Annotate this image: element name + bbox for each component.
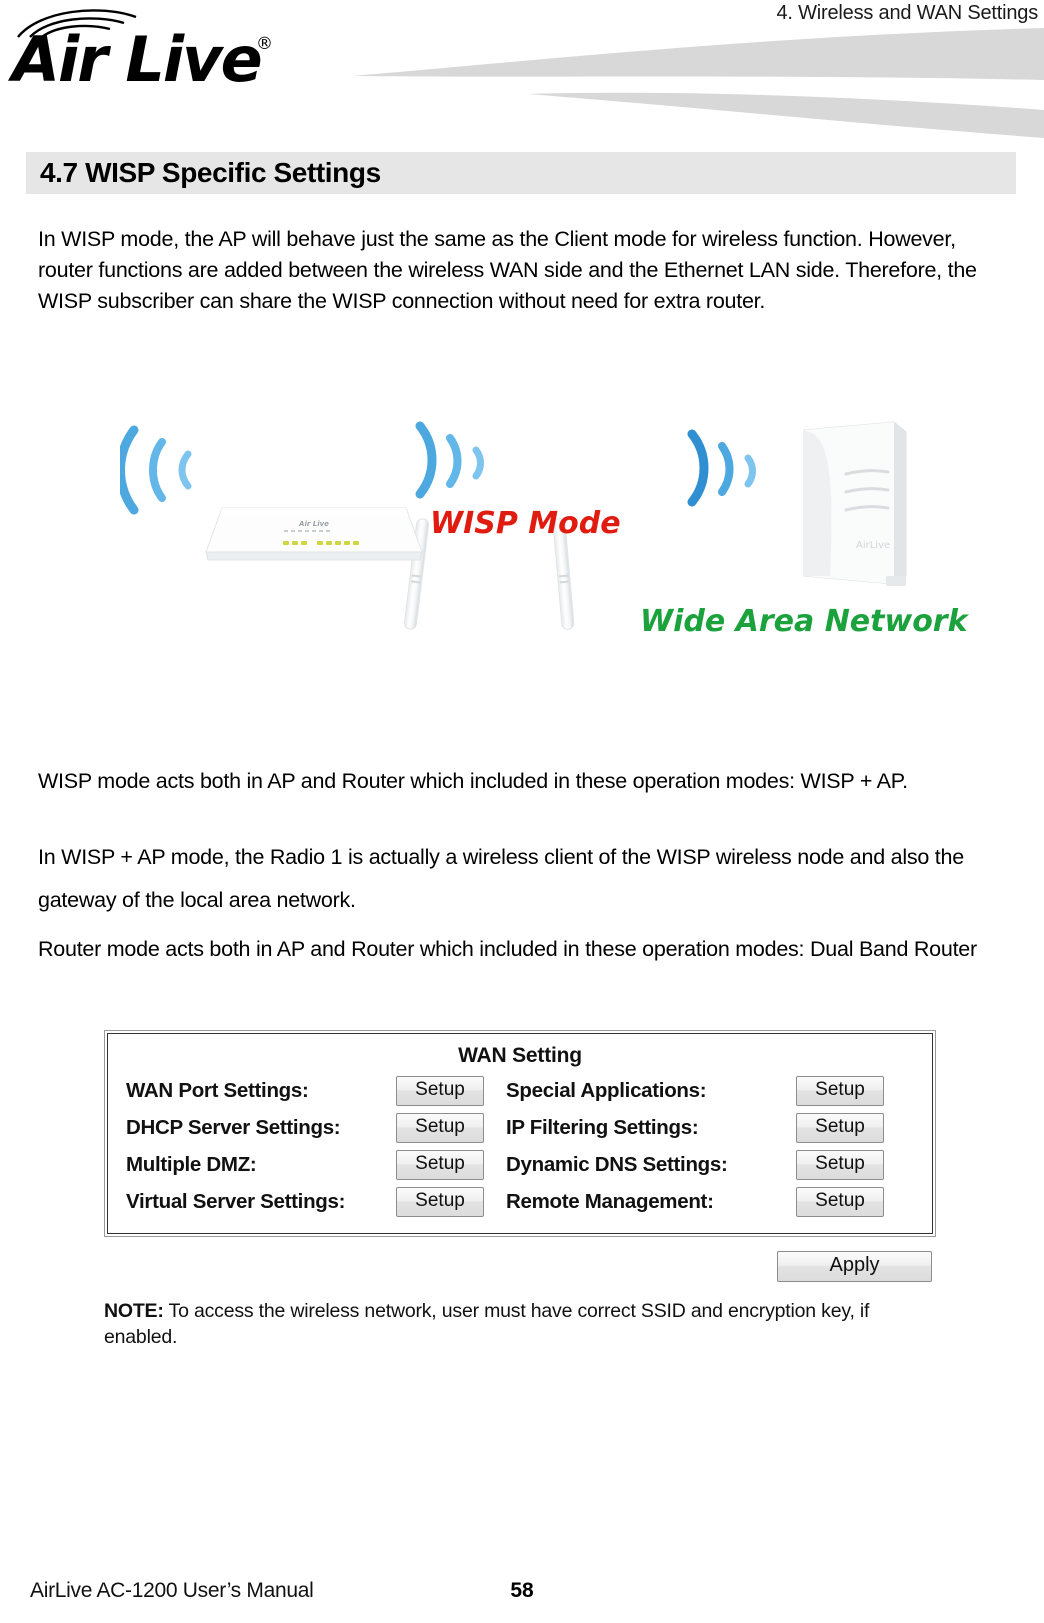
header-swoosh-graphic (352, 28, 1044, 138)
note-text: NOTE: To access the wireless network, us… (104, 1298, 934, 1350)
setup-button-dynamic-dns-settings[interactable]: Setup (796, 1150, 884, 1180)
label-special-applications: Special Applications: (506, 1079, 707, 1102)
section-heading-bar: 4.7 WISP Specific Settings (26, 152, 1016, 194)
paragraph-wisp-ap-radio: In WISP + AP mode, the Radio 1 is actual… (38, 845, 964, 912)
note-body: To access the wireless network, user mus… (104, 1300, 870, 1348)
page-title: 4.7 WISP Specific Settings (40, 157, 381, 188)
outdoor-access-point-image: AirLive (803, 421, 907, 586)
page-footer: AirLive AC-1200 User’s Manual 58 (0, 1579, 1044, 1613)
wisp-mode-diagram: Air Live WISP Mode AirLive Wide Area Net… (100, 398, 968, 670)
wan-setting-grid: WAN Port Settings: Setup Special Applica… (126, 1076, 914, 1217)
wan-setting-panel-inner: WAN Setting WAN Port Settings: Setup Spe… (107, 1033, 933, 1234)
paragraph-router-mode: Router mode acts both in AP and Router w… (38, 937, 977, 961)
svg-text:Air Live: Air Live (298, 520, 329, 528)
label-ip-filtering-settings: IP Filtering Settings: (506, 1116, 699, 1139)
router-body: Air Live (205, 507, 423, 561)
wisp-mode-label: WISP Mode (430, 506, 621, 541)
wide-area-network-label: Wide Area Network (640, 604, 968, 639)
setup-button-multiple-dmz[interactable]: Setup (396, 1150, 484, 1180)
label-wan-port-settings: WAN Port Settings: (126, 1079, 309, 1102)
label-remote-management: Remote Management: (506, 1190, 714, 1213)
label-virtual-server-settings: Virtual Server Settings: (126, 1190, 346, 1213)
label-multiple-dmz: Multiple DMZ: (126, 1153, 257, 1176)
wireless-router-image: Air Live (200, 500, 575, 631)
wifi-signal-right-icon (687, 429, 756, 507)
footer-page-number: 58 (510, 1579, 534, 1602)
wan-setting-title: WAN Setting (458, 1044, 582, 1067)
wan-setting-panel: WAN Setting WAN Port Settings: Setup Spe… (104, 1030, 936, 1237)
paragraph-wisp-acts: WISP mode acts both in AP and Router whi… (38, 769, 908, 793)
setup-button-virtual-server-settings[interactable]: Setup (396, 1187, 484, 1217)
apply-button[interactable]: Apply (777, 1251, 932, 1282)
label-dynamic-dns-settings: Dynamic DNS Settings: (506, 1153, 728, 1176)
airlive-logo: Air Live ® (8, 6, 298, 98)
apply-button-row: Apply (104, 1251, 936, 1282)
paragraph-intro: In WISP mode, the AP will behave just th… (38, 227, 977, 313)
registered-trademark-icon: ® (256, 34, 273, 54)
wan-setting-screenshot: WAN Setting WAN Port Settings: Setup Spe… (104, 1030, 936, 1350)
setup-button-special-applications[interactable]: Setup (796, 1076, 884, 1106)
airlive-logo-text: Air Live (12, 23, 263, 96)
setup-button-remote-management[interactable]: Setup (796, 1187, 884, 1217)
label-dhcp-server-settings: DHCP Server Settings: (126, 1116, 341, 1139)
setup-button-dhcp-server-settings[interactable]: Setup (396, 1113, 484, 1143)
note-label: NOTE: (104, 1300, 164, 1322)
setup-button-ip-filtering-settings[interactable]: Setup (796, 1113, 884, 1143)
svg-text:AirLive: AirLive (856, 540, 890, 551)
wifi-signal-middle-icon (415, 421, 484, 499)
setup-button-wan-port-settings[interactable]: Setup (396, 1076, 484, 1106)
page-header: 4. Wireless and WAN Settings Air Live ® (0, 0, 1044, 140)
